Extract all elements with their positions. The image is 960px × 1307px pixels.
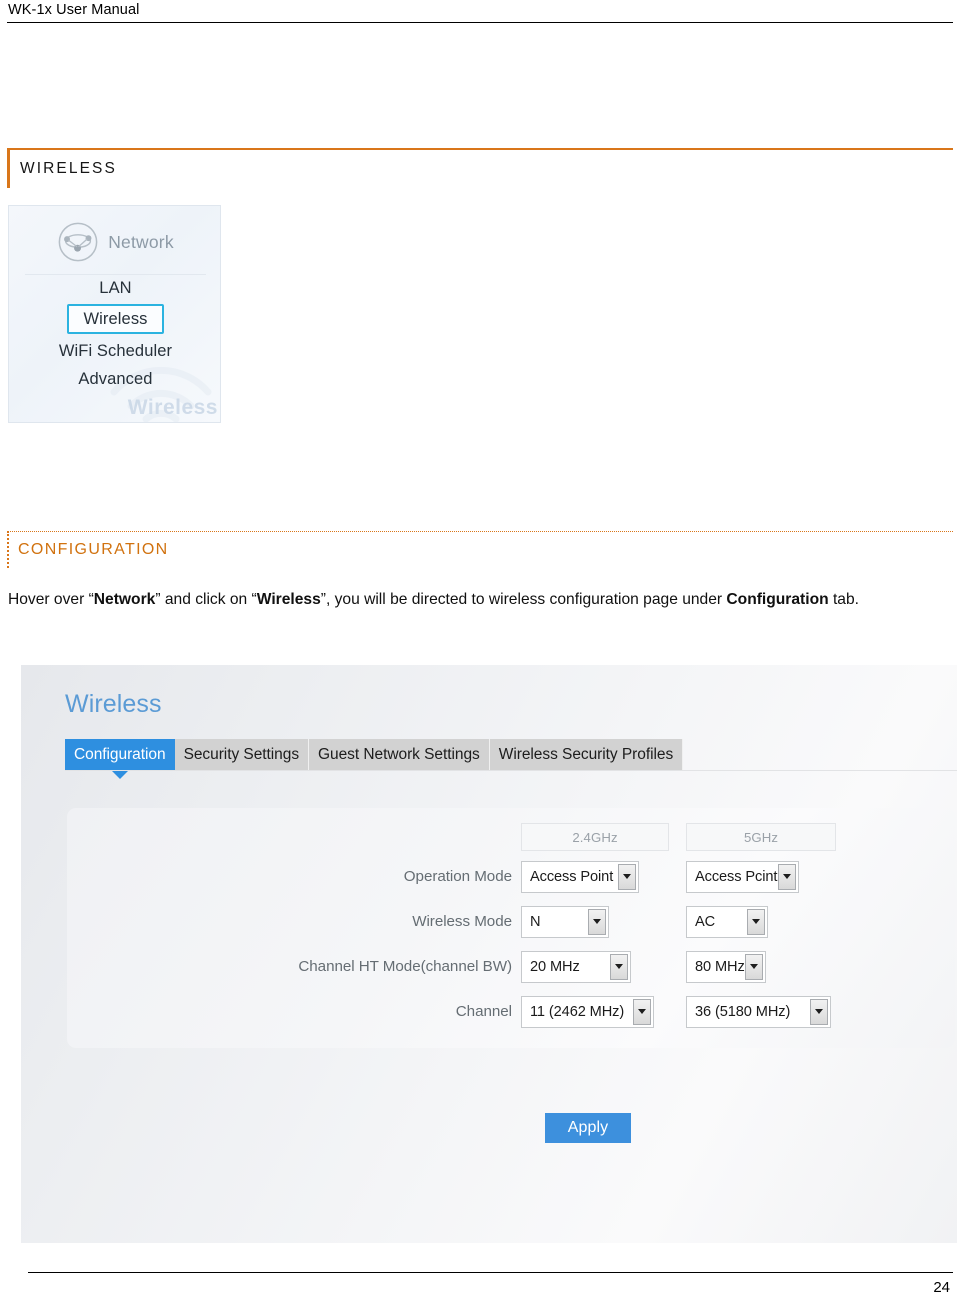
document-page: WK-1x User Manual WIRELESS Wireless Netw… [0, 0, 960, 1307]
band-header-row: 2.4GHz 5GHz [21, 820, 957, 854]
chevron-down-icon[interactable] [810, 998, 828, 1025]
wireless-settings-form: 2.4GHz 5GHz Operation Mode Access Point … [21, 820, 957, 1034]
network-globe-icon [58, 222, 98, 262]
cell-channel-24ghz: 11 (2462 MHz) [521, 995, 676, 1028]
select-channel-24ghz-value: 11 (2462 MHz) [530, 1003, 625, 1020]
form-row-channel-ht-mode: Channel HT Mode(channel BW) 20 MHz 80 MH… [21, 944, 957, 989]
select-channel-ht-mode-24ghz-value: 20 MHz [530, 958, 580, 975]
band-header-24ghz: 2.4GHz [521, 823, 669, 851]
select-operation-mode-24ghz-value: Access Point [530, 868, 614, 885]
tab-configuration[interactable]: Configuration [65, 739, 175, 779]
network-menu-list: LAN Wireless WiFi Scheduler Advanced [9, 274, 220, 393]
tab-security-settings[interactable]: Security Settings [174, 739, 310, 770]
chevron-down-icon[interactable] [633, 998, 651, 1025]
menu-row-advanced: Advanced [9, 365, 220, 393]
tab-underline [65, 770, 957, 771]
chevron-down-icon[interactable] [745, 953, 763, 980]
tab-guest-network-settings[interactable]: Guest Network Settings [309, 739, 490, 770]
network-menu-header[interactable]: Network [9, 214, 220, 270]
sidebar-item-wifi-scheduler[interactable]: WiFi Scheduler [59, 342, 172, 360]
select-operation-mode-24ghz[interactable]: Access Point [521, 860, 639, 893]
para-bold-network: Network [93, 591, 156, 608]
sidebar-item-advanced[interactable]: Advanced [78, 370, 152, 388]
para-part-4: tab. [828, 591, 859, 608]
chevron-down-icon[interactable] [610, 953, 628, 980]
cell-channel-ht-mode-5ghz: 80 MHz [686, 950, 856, 983]
menu-row-lan: LAN [9, 274, 220, 302]
label-channel-ht-mode: Channel HT Mode(channel BW) [298, 958, 512, 975]
cell-channel-5ghz: 36 (5180 MHz) [686, 995, 856, 1028]
sidebar-item-wireless[interactable]: Wireless [67, 304, 164, 334]
select-wireless-mode-24ghz[interactable]: N [521, 905, 609, 938]
select-channel-ht-mode-24ghz[interactable]: 20 MHz [521, 950, 631, 983]
label-operation-mode: Operation Mode [403, 868, 512, 885]
select-channel-ht-mode-5ghz[interactable]: 80 MHz [686, 950, 766, 983]
section-heading-wireless-text: WIRELESS [20, 160, 117, 177]
page-number: 24 [933, 1279, 950, 1296]
select-wireless-mode-5ghz[interactable]: AC [686, 905, 768, 938]
section-heading-wireless: WIRELESS [7, 148, 953, 188]
para-part-3: ”, you will be directed to wireless conf… [320, 591, 727, 608]
band-header-5ghz: 5GHz [686, 823, 836, 851]
network-menu-screenshot: Wireless Network LAN Wireless WiFi Sched… [8, 205, 221, 423]
cell-operation-mode-24ghz: Access Point [521, 860, 676, 893]
body-paragraph: Hover over “Network” and click on “Wirel… [8, 585, 908, 614]
section-heading-configuration-text: CONFIGURATION [18, 541, 169, 558]
section-heading-configuration: CONFIGURATION [7, 531, 953, 568]
tab-wireless-security-profiles[interactable]: Wireless Security Profiles [489, 739, 684, 770]
ui-tab-bar: Configuration Security Settings Guest Ne… [65, 739, 684, 779]
wireless-config-ui-screenshot: Wireless Configuration Security Settings… [21, 665, 957, 1243]
network-menu-title: Network [108, 231, 174, 252]
sidebar-item-lan[interactable]: LAN [99, 279, 131, 297]
running-header-text: WK-1x User Manual [8, 2, 140, 18]
form-row-channel: Channel 11 (2462 MHz) 36 (5180 MHz) [21, 989, 957, 1034]
cell-wireless-mode-5ghz: AC [686, 905, 856, 938]
cell-wireless-mode-24ghz: N [521, 905, 676, 938]
chevron-down-icon[interactable] [618, 863, 636, 890]
menu-row-wireless: Wireless [9, 302, 220, 337]
para-part-2: ” and click on “ [155, 591, 257, 608]
select-operation-mode-5ghz[interactable]: Access Pcint [686, 860, 799, 893]
select-channel-24ghz[interactable]: 11 (2462 MHz) [521, 995, 654, 1028]
form-row-operation-mode: Operation Mode Access Point Access Pcint [21, 854, 957, 899]
form-row-wireless-mode: Wireless Mode N AC [21, 899, 957, 944]
select-channel-5ghz-value: 36 (5180 MHz) [695, 1003, 791, 1020]
apply-button[interactable]: Apply [545, 1113, 631, 1143]
watermark-text: Wireless [127, 396, 218, 419]
label-channel: Channel [455, 1003, 512, 1020]
select-channel-5ghz[interactable]: 36 (5180 MHz) [686, 995, 831, 1028]
select-operation-mode-5ghz-value: Access Pcint [695, 868, 778, 885]
ui-page-title: Wireless [65, 690, 162, 718]
para-bold-wireless: Wireless [256, 591, 321, 608]
label-wireless-mode: Wireless Mode [412, 913, 512, 930]
footer-rule [28, 1272, 953, 1273]
cell-channel-ht-mode-24ghz: 20 MHz [521, 950, 676, 983]
menu-row-wifi-scheduler: WiFi Scheduler [9, 337, 220, 365]
chevron-down-icon[interactable] [778, 863, 796, 890]
para-bold-configuration: Configuration [726, 591, 829, 608]
header-rule [7, 22, 953, 23]
cell-operation-mode-5ghz: Access Pcint [686, 860, 856, 893]
select-wireless-mode-24ghz-value: N [530, 913, 541, 930]
chevron-down-icon[interactable] [588, 908, 606, 935]
chevron-down-icon[interactable] [747, 908, 765, 935]
para-part-1: Hover over “ [8, 591, 94, 608]
select-wireless-mode-5ghz-value: AC [695, 913, 716, 930]
select-channel-ht-mode-5ghz-value: 80 MHz [695, 958, 745, 975]
